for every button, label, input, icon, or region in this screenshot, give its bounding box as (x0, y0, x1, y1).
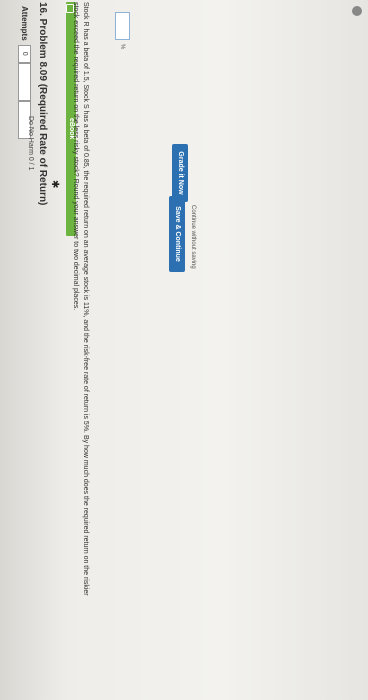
attempts-count: 0 (18, 44, 31, 63)
attempts-label: Attempts (20, 6, 29, 41)
score-label: Do No Harm 0 / 1 (27, 116, 34, 171)
question-text: Stock R has a beta of 1.5, Stock S has a… (72, 2, 89, 596)
continue-without-saving-link[interactable]: Continue without saving (190, 205, 196, 269)
save-and-continue-button[interactable]: Save & Continue (169, 196, 185, 272)
assignment-page: Attempts 0 Do No Harm 0 / 1 16. Problem … (8, 0, 368, 690)
problem-title: 16. Problem 8.09 (Required Rate of Retur… (37, 2, 48, 206)
attempts-box (18, 62, 31, 101)
percent-unit: % (119, 44, 126, 50)
answer-row: % (115, 12, 130, 49)
mouse-cursor-icon: ✱ (49, 180, 60, 189)
rotated-content: Attempts 0 Do No Harm 0 / 1 16. Problem … (8, 0, 368, 690)
grade-it-now-button[interactable]: Grade it Now (172, 144, 188, 202)
answer-input[interactable] (115, 12, 130, 40)
